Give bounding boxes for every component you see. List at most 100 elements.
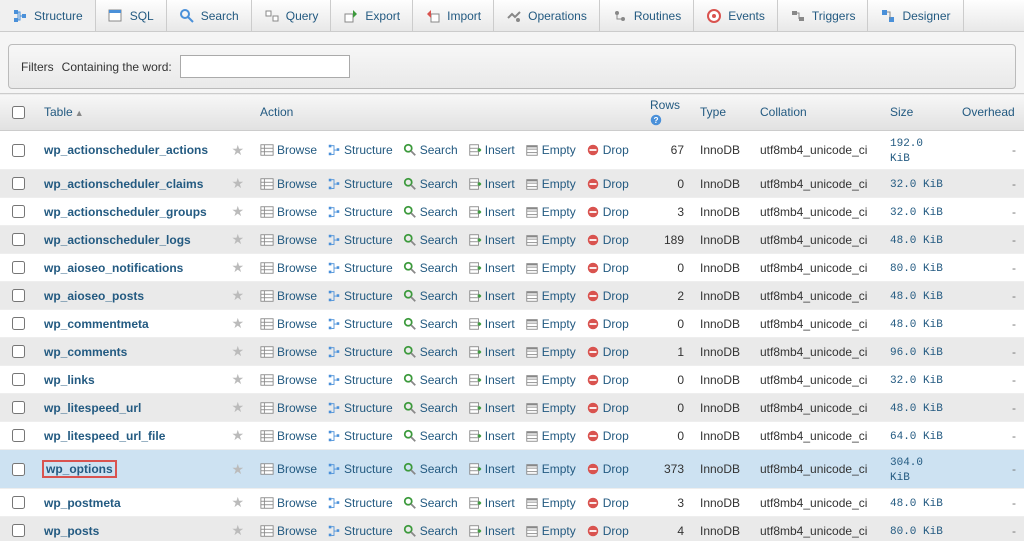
insert-action[interactable]: Insert: [468, 496, 515, 510]
browse-action[interactable]: Browse: [260, 261, 317, 275]
row-checkbox[interactable]: [12, 233, 25, 246]
empty-action[interactable]: Empty: [525, 524, 576, 538]
drop-action[interactable]: Drop: [586, 261, 629, 275]
drop-action[interactable]: Drop: [586, 143, 629, 157]
browse-action[interactable]: Browse: [260, 177, 317, 191]
table-name-link[interactable]: wp_actionscheduler_actions: [44, 143, 208, 157]
insert-action[interactable]: Insert: [468, 233, 515, 247]
favorite-star-icon[interactable]: ★: [231, 142, 244, 158]
insert-action[interactable]: Insert: [468, 317, 515, 331]
insert-action[interactable]: Insert: [468, 373, 515, 387]
table-name-link[interactable]: wp_actionscheduler_logs: [44, 233, 191, 247]
structure-action[interactable]: Structure: [327, 373, 393, 387]
tab-query[interactable]: Query: [252, 0, 332, 31]
row-checkbox[interactable]: [12, 177, 25, 190]
empty-action[interactable]: Empty: [525, 429, 576, 443]
search-action[interactable]: Search: [403, 462, 458, 476]
row-checkbox[interactable]: [12, 463, 25, 476]
empty-action[interactable]: Empty: [525, 177, 576, 191]
favorite-star-icon[interactable]: ★: [231, 259, 244, 275]
search-action[interactable]: Search: [403, 289, 458, 303]
drop-action[interactable]: Drop: [586, 289, 629, 303]
search-action[interactable]: Search: [403, 345, 458, 359]
browse-action[interactable]: Browse: [260, 462, 317, 476]
col-header-overhead[interactable]: Overhead: [962, 105, 1015, 119]
tab-search[interactable]: Search: [167, 0, 252, 31]
row-checkbox[interactable]: [12, 289, 25, 302]
empty-action[interactable]: Empty: [525, 205, 576, 219]
browse-action[interactable]: Browse: [260, 205, 317, 219]
search-action[interactable]: Search: [403, 401, 458, 415]
favorite-star-icon[interactable]: ★: [231, 522, 244, 538]
structure-action[interactable]: Structure: [327, 289, 393, 303]
favorite-star-icon[interactable]: ★: [231, 231, 244, 247]
drop-action[interactable]: Drop: [586, 177, 629, 191]
tab-triggers[interactable]: Triggers: [778, 0, 869, 31]
row-checkbox[interactable]: [12, 373, 25, 386]
insert-action[interactable]: Insert: [468, 429, 515, 443]
col-header-size[interactable]: Size: [890, 105, 913, 119]
structure-action[interactable]: Structure: [327, 143, 393, 157]
search-action[interactable]: Search: [403, 205, 458, 219]
tab-operations[interactable]: Operations: [494, 0, 600, 31]
empty-action[interactable]: Empty: [525, 261, 576, 275]
structure-action[interactable]: Structure: [327, 345, 393, 359]
structure-action[interactable]: Structure: [327, 205, 393, 219]
structure-action[interactable]: Structure: [327, 233, 393, 247]
search-action[interactable]: Search: [403, 261, 458, 275]
empty-action[interactable]: Empty: [525, 289, 576, 303]
tab-routines[interactable]: Routines: [600, 0, 694, 31]
drop-action[interactable]: Drop: [586, 462, 629, 476]
drop-action[interactable]: Drop: [586, 496, 629, 510]
structure-action[interactable]: Structure: [327, 496, 393, 510]
search-action[interactable]: Search: [403, 143, 458, 157]
tab-structure[interactable]: Structure: [0, 0, 96, 31]
structure-action[interactable]: Structure: [327, 524, 393, 538]
table-name-link[interactable]: wp_posts: [44, 524, 99, 538]
favorite-star-icon[interactable]: ★: [231, 371, 244, 387]
table-name-link[interactable]: wp_links: [44, 373, 95, 387]
filter-input[interactable]: [180, 55, 350, 78]
row-checkbox[interactable]: [12, 496, 25, 509]
table-name-link[interactable]: wp_comments: [44, 345, 127, 359]
table-name-link[interactable]: wp_litespeed_url_file: [44, 429, 165, 443]
drop-action[interactable]: Drop: [586, 233, 629, 247]
table-name-link[interactable]: wp_options: [44, 462, 115, 476]
col-header-collation[interactable]: Collation: [760, 105, 807, 119]
tab-export[interactable]: Export: [331, 0, 413, 31]
row-checkbox[interactable]: [12, 261, 25, 274]
structure-action[interactable]: Structure: [327, 177, 393, 191]
table-name-link[interactable]: wp_aioseo_posts: [44, 289, 144, 303]
empty-action[interactable]: Empty: [525, 345, 576, 359]
drop-action[interactable]: Drop: [586, 429, 629, 443]
drop-action[interactable]: Drop: [586, 524, 629, 538]
insert-action[interactable]: Insert: [468, 289, 515, 303]
search-action[interactable]: Search: [403, 177, 458, 191]
table-name-link[interactable]: wp_aioseo_notifications: [44, 261, 183, 275]
search-action[interactable]: Search: [403, 373, 458, 387]
browse-action[interactable]: Browse: [260, 143, 317, 157]
favorite-star-icon[interactable]: ★: [231, 494, 244, 510]
insert-action[interactable]: Insert: [468, 462, 515, 476]
favorite-star-icon[interactable]: ★: [231, 203, 244, 219]
table-name-link[interactable]: wp_litespeed_url: [44, 401, 141, 415]
tab-designer[interactable]: Designer: [868, 0, 963, 31]
row-checkbox[interactable]: [12, 345, 25, 358]
empty-action[interactable]: Empty: [525, 373, 576, 387]
favorite-star-icon[interactable]: ★: [231, 399, 244, 415]
table-name-link[interactable]: wp_postmeta: [44, 496, 121, 510]
favorite-star-icon[interactable]: ★: [231, 315, 244, 331]
insert-action[interactable]: Insert: [468, 261, 515, 275]
row-checkbox[interactable]: [12, 144, 25, 157]
favorite-star-icon[interactable]: ★: [231, 427, 244, 443]
insert-action[interactable]: Insert: [468, 143, 515, 157]
select-all-checkbox[interactable]: [12, 106, 25, 119]
search-action[interactable]: Search: [403, 233, 458, 247]
insert-action[interactable]: Insert: [468, 401, 515, 415]
structure-action[interactable]: Structure: [327, 462, 393, 476]
drop-action[interactable]: Drop: [586, 205, 629, 219]
search-action[interactable]: Search: [403, 524, 458, 538]
row-checkbox[interactable]: [12, 317, 25, 330]
insert-action[interactable]: Insert: [468, 345, 515, 359]
structure-action[interactable]: Structure: [327, 317, 393, 331]
